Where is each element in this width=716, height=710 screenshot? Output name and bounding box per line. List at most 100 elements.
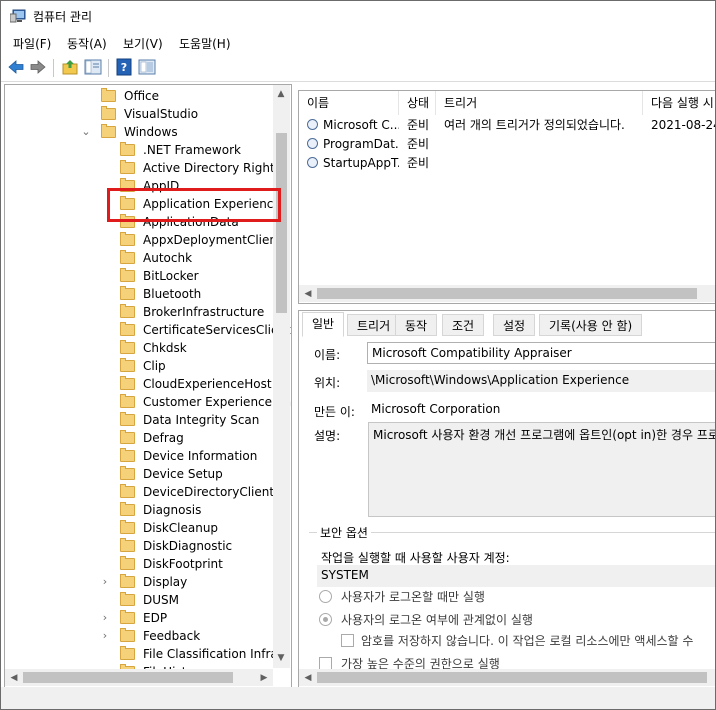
- task-row[interactable]: ProgramDat... 준비: [299, 135, 715, 154]
- tab-triggers[interactable]: 트리거: [347, 314, 401, 336]
- account-prompt-label: 작업을 실행할 때 사용할 사용자 계정:: [321, 551, 510, 565]
- tree-node-label: Customer Experience Im: [143, 395, 292, 409]
- location-label: 위치:: [314, 376, 341, 390]
- tree-horizontal-scrollbar[interactable]: ◀ ▶: [5, 669, 273, 686]
- tree-node[interactable]: Data Integrity Scan: [5, 411, 273, 429]
- tree-node[interactable]: DiskDiagnostic: [5, 537, 273, 555]
- task-name: ProgramDat...: [323, 137, 399, 151]
- task-list: 이름 상태 트리거 다음 실행 시 Microsoft C... 준비 여러 개…: [298, 90, 715, 304]
- tree-node[interactable]: CertificateServicesClient: [5, 321, 291, 339]
- tab-conditions[interactable]: 조건: [442, 314, 485, 336]
- properties-icon[interactable]: [138, 58, 156, 76]
- run-only-logged-on-radio[interactable]: [319, 590, 332, 603]
- folder-icon: [120, 646, 135, 660]
- tree-hscroll-thumb[interactable]: [23, 672, 233, 683]
- help-icon[interactable]: ?: [115, 58, 133, 76]
- computer-management-window: 컴퓨터 관리 파일(F) 동작(A) 보기(V) 도움말(H) ? Office…: [0, 0, 716, 710]
- expand-chevron-icon[interactable]: ›: [100, 627, 110, 645]
- details-horizontal-scrollbar[interactable]: ◀: [299, 669, 715, 686]
- task-row[interactable]: StartupAppT... 준비: [299, 154, 715, 173]
- tab-history[interactable]: 기록(사용 안 함): [539, 314, 643, 336]
- back-arrow-icon[interactable]: [7, 58, 25, 76]
- scroll-left-icon[interactable]: ◀: [301, 287, 315, 301]
- task-row[interactable]: Microsoft C... 준비 여러 개의 트리거가 정의되었습니다. 20…: [299, 116, 715, 135]
- folder-icon: [120, 358, 135, 372]
- folder-icon: [120, 268, 135, 282]
- author-label: 만든 이:: [314, 405, 355, 419]
- task-name-field[interactable]: Microsoft Compatibility Appraiser: [367, 342, 715, 364]
- column-header-next-run[interactable]: 다음 실행 시: [643, 91, 715, 115]
- folder-icon: [120, 412, 135, 426]
- expand-chevron-icon[interactable]: ⌄: [81, 123, 91, 141]
- folder-icon: [120, 160, 135, 174]
- column-header-name[interactable]: 이름: [299, 91, 399, 115]
- tree-node-label: DUSM: [143, 593, 179, 607]
- tree-node[interactable]: Autochk: [5, 249, 273, 267]
- tree-node[interactable]: .NET Framework: [5, 141, 273, 159]
- scroll-right-icon[interactable]: ▶: [257, 671, 271, 685]
- tree-node[interactable]: Bluetooth: [5, 285, 273, 303]
- menu-action[interactable]: 동작(A): [65, 35, 109, 52]
- tree-node[interactable]: Clip: [5, 357, 273, 375]
- tree-node[interactable]: BitLocker: [5, 267, 273, 285]
- tree-node[interactable]: Device Information: [5, 447, 273, 465]
- folder-icon: [101, 106, 116, 120]
- forward-arrow-icon[interactable]: [29, 58, 47, 76]
- tree-node[interactable]: BrokerInfrastructure: [5, 303, 273, 321]
- tab-general[interactable]: 일반: [302, 312, 345, 337]
- tree-node[interactable]: Diagnosis: [5, 501, 273, 519]
- task-list-scroll-thumb[interactable]: [317, 288, 697, 299]
- tree-node-label: File Classification Infrast: [143, 647, 289, 661]
- scroll-up-icon[interactable]: ▲: [274, 87, 288, 101]
- tree-node[interactable]: Office: [5, 87, 273, 105]
- tree-node[interactable]: DiskCleanup: [5, 519, 273, 537]
- menu-help[interactable]: 도움말(H): [177, 35, 233, 52]
- scroll-left-icon[interactable]: ◀: [7, 671, 21, 685]
- tree-node[interactable]: VisualStudio: [5, 105, 273, 123]
- folder-icon: [120, 250, 135, 264]
- scroll-left-icon[interactable]: ◀: [301, 671, 315, 685]
- run-only-logged-on-label: 사용자가 로그온할 때만 실행: [341, 590, 485, 604]
- tree-node[interactable]: File Classification Infrast: [5, 645, 289, 663]
- tree-vertical-scrollbar[interactable]: ▲ ▼: [273, 85, 290, 668]
- tree-node[interactable]: Customer Experience Im: [5, 393, 291, 411]
- tree-node-label: Diagnosis: [143, 503, 202, 517]
- up-folder-icon[interactable]: [61, 58, 79, 76]
- column-header-status[interactable]: 상태: [399, 91, 436, 115]
- tab-actions[interactable]: 동작: [395, 314, 438, 336]
- tree-node[interactable]: DUSM: [5, 591, 273, 609]
- details-scroll-thumb[interactable]: [317, 672, 707, 683]
- do-not-store-password-checkbox[interactable]: [341, 634, 354, 647]
- tree-node[interactable]: DiskFootprint: [5, 555, 273, 573]
- tree-node-label: Autochk: [143, 251, 193, 265]
- tree-node[interactable]: Active Directory Rights I: [5, 159, 288, 177]
- tree-node-label: Office: [124, 89, 160, 103]
- expand-chevron-icon[interactable]: ›: [100, 609, 110, 627]
- tree-scroll-thumb[interactable]: [276, 133, 287, 313]
- expand-chevron-icon[interactable]: ›: [100, 573, 110, 591]
- tree-node[interactable]: › EDP: [5, 609, 273, 627]
- task-description-field[interactable]: Microsoft 사용자 환경 개선 프로그램에 옵트인(opt in)한 경…: [368, 422, 715, 517]
- tree-node[interactable]: Chkdsk: [5, 339, 273, 357]
- tree-node[interactable]: Device Setup: [5, 465, 273, 483]
- tree-node[interactable]: ⌄ Windows: [5, 123, 273, 141]
- task-list-horizontal-scrollbar[interactable]: ◀: [299, 285, 715, 302]
- window-title: 컴퓨터 관리: [33, 10, 93, 24]
- menu-bar: 파일(F) 동작(A) 보기(V) 도움말(H): [1, 32, 715, 54]
- tree-node[interactable]: DeviceDirectoryClient: [5, 483, 275, 501]
- task-clock-icon: [307, 138, 318, 149]
- menu-view[interactable]: 보기(V): [121, 35, 165, 52]
- tree-node[interactable]: › Display: [5, 573, 273, 591]
- tree-node[interactable]: AppxDeploymentClient: [5, 231, 282, 249]
- run-whether-logged-on-radio[interactable]: [319, 613, 332, 626]
- tree-node-label: DeviceDirectoryClient: [143, 485, 275, 499]
- menu-file[interactable]: 파일(F): [11, 35, 53, 52]
- tab-settings[interactable]: 설정: [493, 314, 536, 336]
- show-hide-tree-icon[interactable]: [84, 58, 102, 76]
- task-clock-icon: [307, 157, 318, 168]
- tree-node[interactable]: CloudExperienceHost: [5, 375, 273, 393]
- tree-node[interactable]: › Feedback: [5, 627, 273, 645]
- tree-node[interactable]: Defrag: [5, 429, 273, 447]
- column-header-trigger[interactable]: 트리거: [436, 91, 643, 115]
- scroll-down-icon[interactable]: ▼: [274, 651, 288, 665]
